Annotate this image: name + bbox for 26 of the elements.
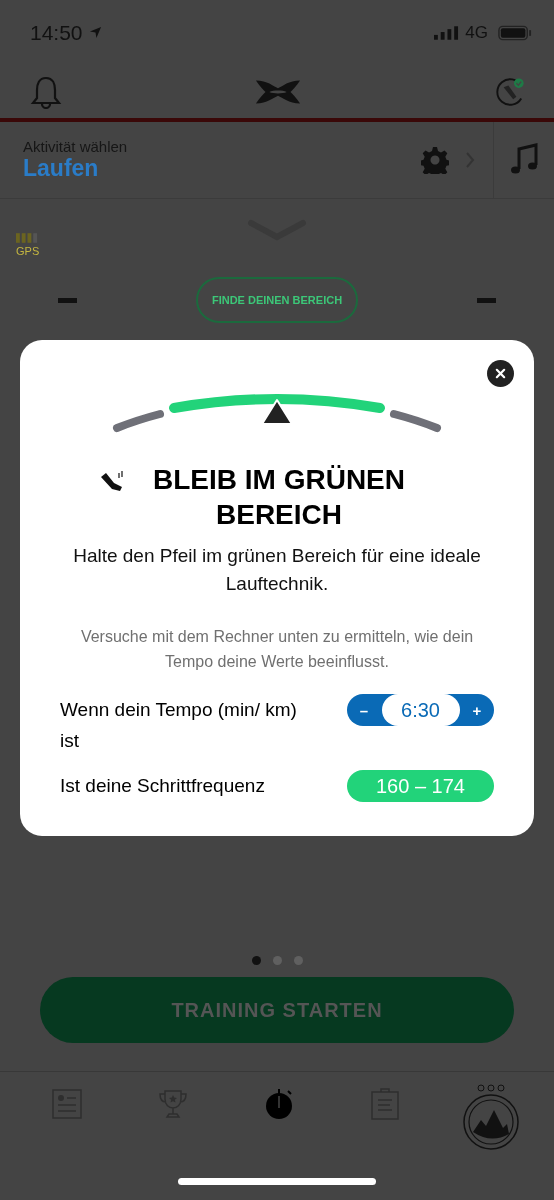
increase-button[interactable]: + — [460, 694, 494, 726]
calculator-label: Ist deine Schrittfrequenz — [60, 774, 266, 798]
close-icon[interactable] — [495, 368, 506, 379]
calculator-label: Wenn dein Tempo (min/ km) ist — [60, 698, 298, 753]
close-button[interactable] — [487, 360, 514, 387]
location-arrow-icon — [88, 26, 102, 39]
pace-value: 6:30 — [381, 694, 460, 726]
hint-text: Versuche mit dem Rechner unten zu ermitteln, wie dein Tempo deine Werte beeinflusst. — [79, 627, 475, 672]
battery-icon — [498, 24, 532, 41]
home-indicator[interactable] — [178, 1178, 376, 1185]
music-note-icon[interactable] — [510, 143, 538, 177]
dash-mark — [58, 297, 77, 303]
dialog-title: BLEIB IM GRÜNEN BEREICH — [152, 463, 406, 532]
decrease-button[interactable]: – — [347, 694, 381, 726]
bell-icon[interactable] — [30, 74, 62, 109]
gps-label: GPS — [16, 245, 40, 257]
cadence-range: 160 – 174 — [347, 770, 494, 802]
page-dot[interactable] — [251, 956, 261, 965]
find-zone-button[interactable]: FINDE DEINEN BEREICH — [195, 277, 359, 323]
gps-signal-icon — [16, 233, 39, 243]
dialog-text: Halte den Pfeil im grünen Bereich für eine ideale Lauftechnik. — [72, 544, 482, 596]
page-dot[interactable] — [293, 956, 303, 965]
signal-icon — [434, 25, 460, 40]
settings-icon[interactable] — [421, 146, 449, 174]
page-dot[interactable] — [272, 956, 282, 965]
dash-mark — [477, 297, 496, 303]
